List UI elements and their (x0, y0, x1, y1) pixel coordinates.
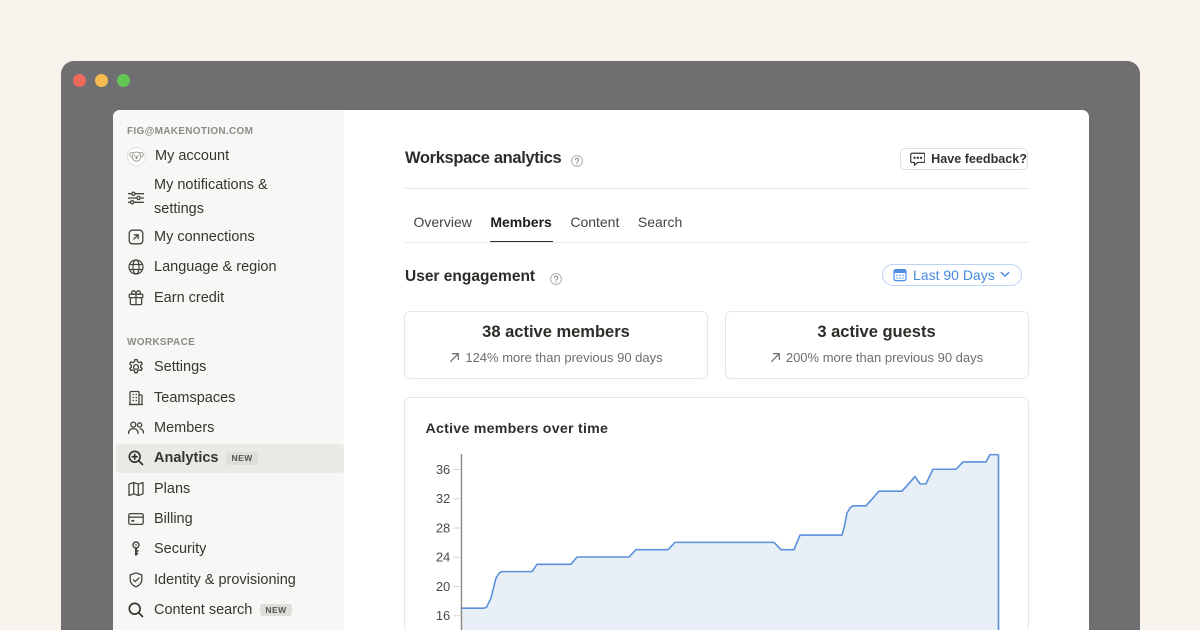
svg-text:20: 20 (436, 579, 450, 594)
svg-text:24: 24 (436, 550, 450, 565)
svg-text:28: 28 (436, 520, 450, 535)
svg-text:32: 32 (436, 491, 450, 506)
svg-text:16: 16 (436, 608, 450, 623)
svg-text:36: 36 (436, 462, 450, 477)
